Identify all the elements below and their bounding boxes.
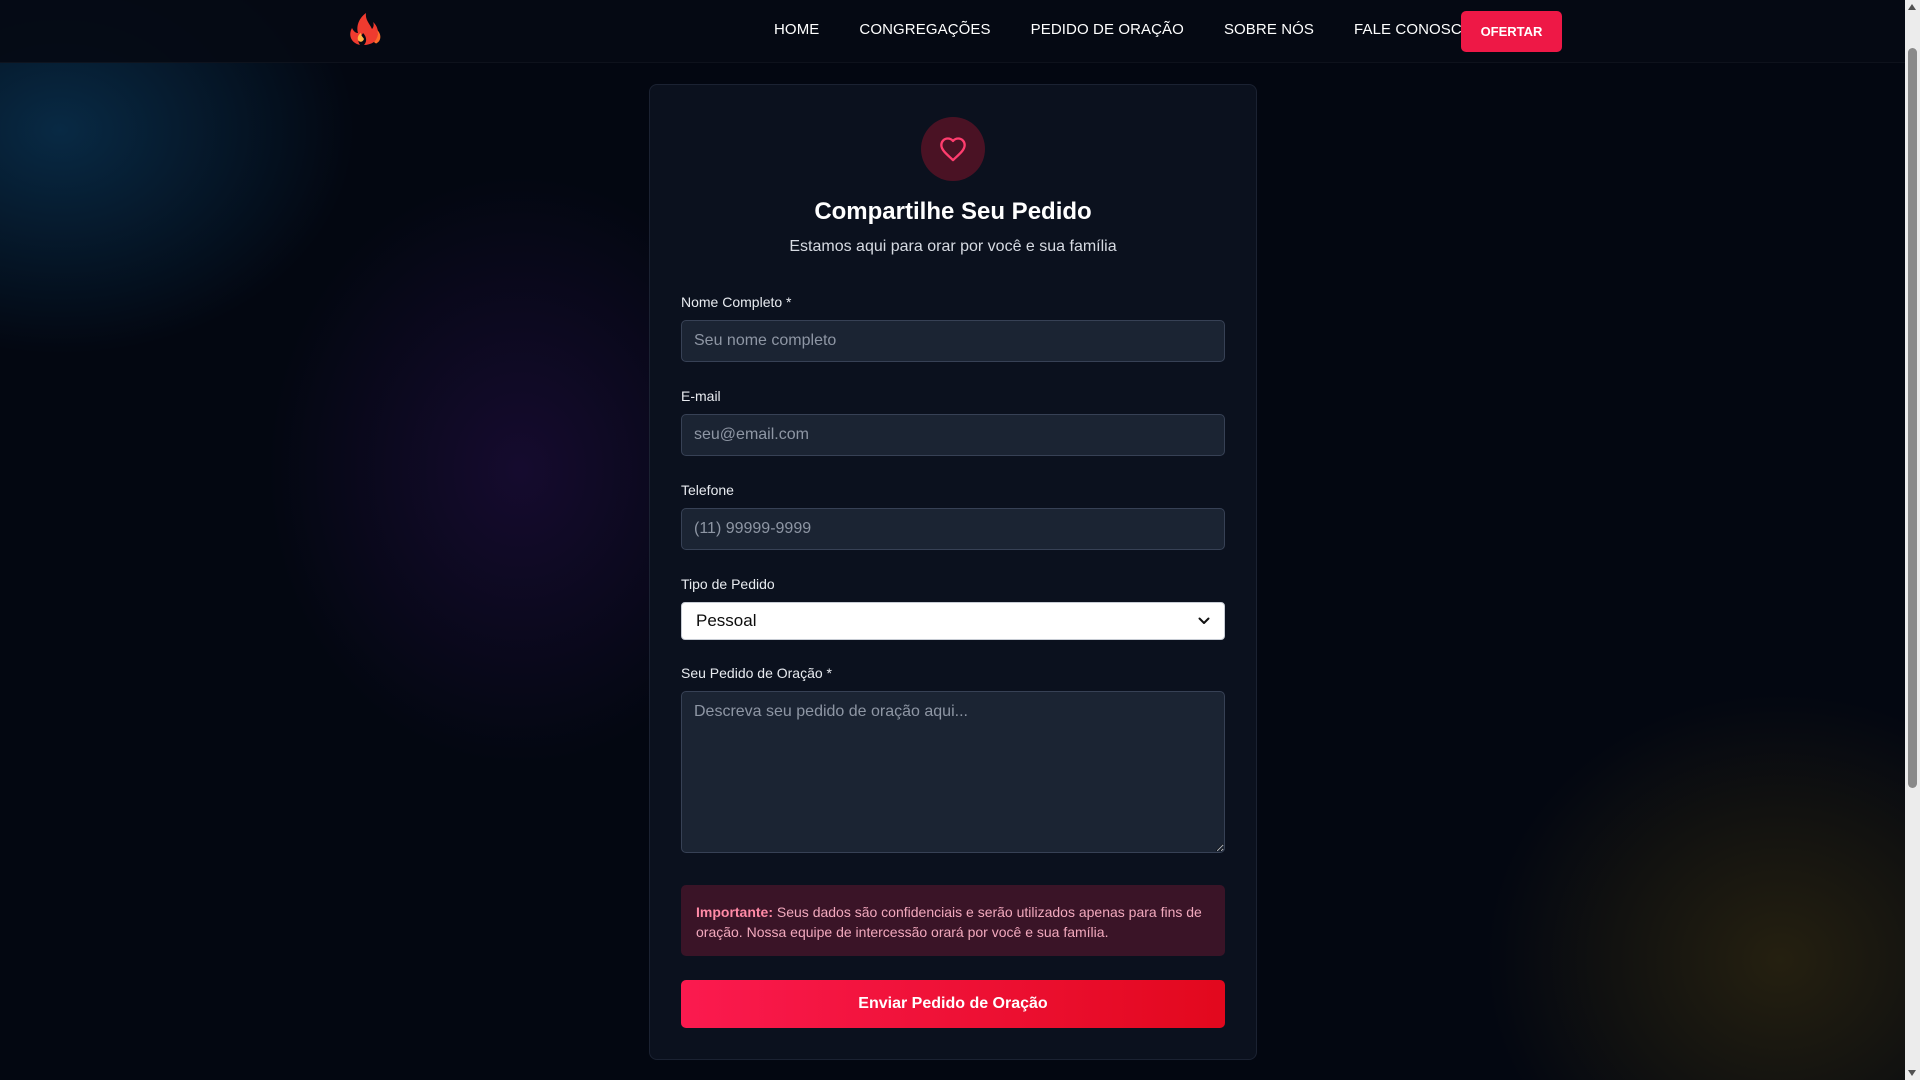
scroll-thumb[interactable] [1908, 48, 1917, 788]
phone-input[interactable] [681, 508, 1225, 550]
request-type-label: Tipo de Pedido [681, 576, 775, 592]
chevron-down-icon [1198, 617, 1210, 624]
scroll-up-arrow-icon[interactable] [1908, 4, 1916, 10]
nav-links: HOME CONGREGAÇÕES PEDIDO DE ORAÇÃO SOBRE… [774, 21, 1514, 38]
email-label: E-mail [681, 388, 721, 404]
nav-link-fale-conosco[interactable]: FALE CONOSCO [1354, 21, 1474, 38]
offer-button[interactable]: OFERTAR [1461, 11, 1562, 52]
phone-label: Telefone [681, 482, 734, 498]
nav-link-pedido-de-oracao[interactable]: PEDIDO DE ORAÇÃO [1031, 21, 1184, 38]
flame-icon[interactable] [346, 12, 384, 46]
form-subtitle: Estamos aqui para orar por você e sua fa… [789, 238, 1117, 255]
privacy-notice: Importante: Seus dados são confidenciais… [681, 885, 1225, 956]
form-title: Compartilhe Seu Pedido [814, 198, 1092, 225]
request-textarea[interactable] [681, 691, 1225, 853]
request-type-value: Pessoal [696, 611, 757, 630]
name-input[interactable] [681, 320, 1225, 362]
nav-link-congregacoes[interactable]: CONGREGAÇÕES [859, 21, 990, 38]
name-label: Nome Completo * [681, 294, 792, 310]
prayer-request-card: Compartilhe Seu Pedido Estamos aqui para… [649, 84, 1257, 1060]
notice-bold-label: Importante: [696, 904, 773, 920]
heart-icon [940, 137, 966, 162]
top-navbar: HOME CONGREGAÇÕES PEDIDO DE ORAÇÃO SOBRE… [0, 0, 1905, 63]
nav-link-home[interactable]: HOME [774, 21, 819, 38]
scroll-down-arrow-icon[interactable] [1908, 1070, 1916, 1076]
heart-badge [921, 117, 985, 181]
request-label: Seu Pedido de Oração * [681, 665, 832, 681]
email-input[interactable] [681, 414, 1225, 456]
page-scrollbar[interactable] [1905, 0, 1920, 1080]
request-type-select[interactable]: Pessoal [681, 602, 1225, 640]
nav-link-sobre-nos[interactable]: SOBRE NÓS [1224, 21, 1314, 38]
submit-prayer-button[interactable]: Enviar Pedido de Oração [681, 980, 1225, 1028]
